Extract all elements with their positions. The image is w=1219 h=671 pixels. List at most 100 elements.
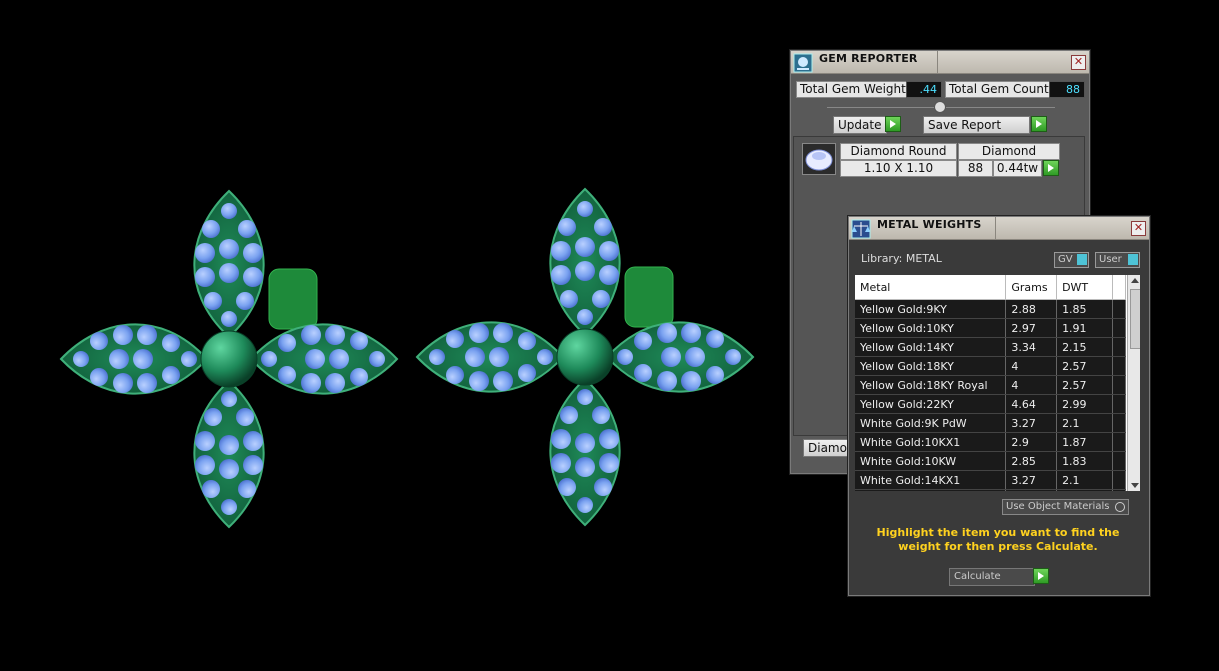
metal-name-cell: White Gold:10KX1 [855, 432, 1007, 452]
col-grams[interactable]: Grams [1005, 275, 1058, 300]
extra-cell [1112, 470, 1126, 490]
gem-reporter-titlebar[interactable]: GEM REPORTER ✕ [791, 51, 1089, 74]
total-gem-weight-label: Total Gem Weight [796, 81, 907, 98]
metal-weights-title: METAL WEIGHTS [877, 218, 982, 231]
col-dwt[interactable]: DWT [1056, 275, 1114, 300]
table-row[interactable]: White Gold:9K PdW 3.27 2.1 [855, 413, 1126, 433]
gem-type: Diamond [958, 143, 1060, 160]
total-gem-count-label: Total Gem Count [945, 81, 1050, 98]
table-scrollbar[interactable] [1127, 275, 1140, 491]
extra-cell [1112, 413, 1126, 433]
gem-count: 88 [958, 160, 993, 177]
col-extra [1112, 275, 1126, 300]
table-row[interactable]: White Gold:14KX1 3.27 2.1 [855, 470, 1126, 490]
extra-cell [1112, 356, 1126, 376]
dwt-cell: 2.1 [1056, 470, 1114, 490]
table-row[interactable]: White Gold:14K PdW3.732.4 [855, 489, 1126, 491]
library-label: Library: METAL [861, 252, 942, 265]
extra-cell [1112, 394, 1126, 414]
grams-cell: 2.97 [1005, 318, 1058, 338]
gem-go-icon[interactable] [1043, 160, 1059, 176]
extra-cell [1112, 451, 1126, 471]
grams-cell: 3.73 [1005, 489, 1058, 491]
calculate-go-icon[interactable] [1033, 568, 1049, 584]
table-row[interactable]: Yellow Gold:22KY 4.64 2.99 [855, 394, 1126, 414]
table-row[interactable]: White Gold:10KX1 2.9 1.87 [855, 432, 1126, 452]
dwt-cell: 2.57 [1056, 356, 1114, 376]
metal-name-cell: White Gold:10KW [855, 451, 1007, 471]
metal-name-cell: Yellow Gold:14KY [855, 337, 1007, 357]
table-row[interactable]: Yellow Gold:14KY 3.34 2.15 [855, 337, 1126, 357]
scroll-up-arrow[interactable] [1131, 278, 1139, 283]
scale-icon [851, 219, 871, 239]
close-button[interactable]: ✕ [1071, 55, 1086, 70]
extra-cell [1112, 375, 1126, 395]
metal-weights-titlebar[interactable]: METAL WEIGHTS ✕ [849, 217, 1149, 240]
dwt-cell: 1.83 [1056, 451, 1114, 471]
dwt-cell: 2.15 [1056, 337, 1114, 357]
metal-name-cell: White Gold:14KX1 [855, 470, 1007, 490]
update-go-icon[interactable] [885, 116, 901, 132]
metal-name-cell: Yellow Gold:18KY [855, 356, 1007, 376]
dwt-cell: 2.99 [1056, 394, 1114, 414]
dwt-cell: 2.1 [1056, 413, 1114, 433]
gem-shape: Diamond Round [840, 143, 957, 160]
extra-cell [1112, 318, 1126, 338]
splitter-handle[interactable] [934, 101, 946, 113]
grams-cell: 2.85 [1005, 451, 1058, 471]
extra-cell [1112, 432, 1126, 452]
gv-toggle-label: GV [1058, 254, 1073, 265]
table-row[interactable]: Yellow Gold:10KY 2.97 1.91 [855, 318, 1126, 338]
dwt-cell: 1.87 [1056, 432, 1114, 452]
close-button[interactable]: ✕ [1131, 221, 1146, 236]
grams-cell: 3.27 [1005, 413, 1058, 433]
3d-viewport[interactable] [0, 0, 780, 671]
diamond-icon[interactable] [802, 143, 836, 175]
grams-cell: 2.88 [1005, 299, 1058, 319]
title-divider [937, 51, 938, 73]
extra-cell [1112, 489, 1126, 491]
dwt-cell: 1.85 [1056, 299, 1114, 319]
gem-reporter-title: GEM REPORTER [819, 52, 918, 65]
gv-toggle[interactable]: GV [1054, 252, 1089, 268]
gem-weight: 0.44tw [993, 160, 1042, 177]
user-toggle-label: User [1099, 254, 1122, 265]
grams-cell: 4.64 [1005, 394, 1058, 414]
table-row[interactable]: Yellow Gold:18KY Royal 4 2.57 [855, 375, 1126, 395]
scroll-thumb[interactable] [1130, 289, 1140, 349]
title-divider [995, 217, 996, 239]
use-object-materials-label: Use Object Materials [1006, 501, 1110, 512]
metal-table[interactable]: Metal Grams DWT Yellow Gold:9KY 2.88 1.85 Y… [855, 275, 1140, 491]
total-gem-count-value: 88 [1049, 81, 1085, 98]
user-toggle[interactable]: User [1095, 252, 1140, 268]
scroll-down-arrow[interactable] [1131, 483, 1139, 488]
extra-cell [1112, 299, 1126, 319]
gem-size: 1.10 X 1.10 [840, 160, 957, 177]
gem-reporter-icon [793, 53, 813, 73]
col-metal[interactable]: Metal [855, 275, 1007, 300]
update-button[interactable]: Update [833, 116, 887, 134]
metal-name-cell: Yellow Gold:18KY Royal [855, 375, 1007, 395]
table-row[interactable]: White Gold:10KW 2.85 1.83 [855, 451, 1126, 471]
table-row[interactable]: Yellow Gold:18KY 4 2.57 [855, 356, 1126, 376]
dwt-cell: 2.4 [1056, 489, 1114, 491]
grams-cell: 2.9 [1005, 432, 1058, 452]
save-report-button[interactable]: Save Report [923, 116, 1030, 134]
save-report-go-icon[interactable] [1031, 116, 1047, 132]
metal-weights-panel: METAL WEIGHTS ✕ Library: METAL GV User M… [848, 216, 1150, 596]
metal-name-cell: White Gold:9K PdW [855, 413, 1007, 433]
instruction-note: Highlight the item you want to find the … [876, 526, 1120, 553]
extra-cell [1112, 337, 1126, 357]
metal-name-cell: Yellow Gold:22KY [855, 394, 1007, 414]
metal-name-cell: White Gold:14K PdW [855, 489, 1007, 491]
dwt-cell: 2.57 [1056, 375, 1114, 395]
table-row[interactable]: Yellow Gold:9KY 2.88 1.85 [855, 299, 1126, 319]
grams-cell: 3.34 [1005, 337, 1058, 357]
grams-cell: 3.27 [1005, 470, 1058, 490]
dwt-cell: 1.91 [1056, 318, 1114, 338]
use-object-materials-toggle[interactable]: Use Object Materials [1002, 499, 1129, 515]
metal-name-cell: Yellow Gold:9KY [855, 299, 1007, 319]
grams-cell: 4 [1005, 356, 1058, 376]
calculate-button[interactable]: Calculate [949, 568, 1035, 586]
total-gem-weight-value: .44 [906, 81, 942, 98]
